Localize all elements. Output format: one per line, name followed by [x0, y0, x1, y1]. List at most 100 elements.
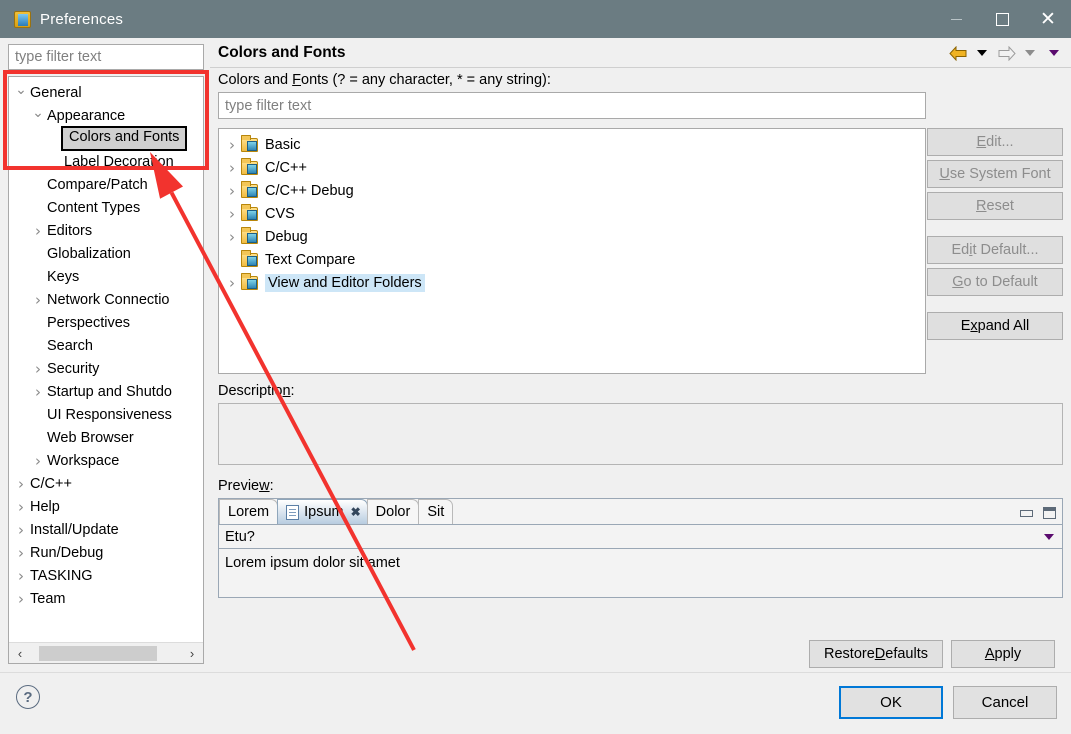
cf-tree-item-debug[interactable]: Debug [219, 225, 925, 248]
cf-tree-item-cvs[interactable]: CVS [219, 202, 925, 225]
sidebar-item-colors-and-fonts[interactable]: Colors and Fonts [9, 126, 203, 151]
sidebar-item-search[interactable]: Search [9, 334, 203, 357]
cf-tree-item-c-c[interactable]: C/C++ [219, 156, 925, 179]
apply-mnemonic: A [984, 646, 995, 662]
sidebar-item-label: Keys [47, 268, 80, 285]
restore-defaults-button[interactable]: Restore Defaults [809, 640, 943, 668]
chevron-right-icon[interactable] [223, 274, 241, 292]
sidebar-item-ui-responsiveness[interactable]: UI Responsiveness [9, 403, 203, 426]
chevron-right-icon[interactable] [223, 136, 241, 154]
preview-tab-lorem[interactable]: Lorem [219, 499, 279, 524]
back-button[interactable] [947, 42, 969, 64]
back-history-menu-button[interactable] [971, 42, 993, 64]
minimize-icon[interactable] [1020, 509, 1033, 517]
scroll-right-icon[interactable]: › [181, 646, 203, 661]
button-label-post: o to Default [963, 274, 1038, 290]
preview-combo[interactable]: Etu? [219, 525, 1062, 549]
view-menu-button[interactable] [1043, 42, 1065, 64]
sidebar-item-web-browser[interactable]: Web Browser [9, 426, 203, 449]
preview-tab-sit[interactable]: Sit [418, 499, 454, 524]
sidebar-item-general[interactable]: General [9, 81, 203, 104]
sidebar-horizontal-scrollbar[interactable]: ‹ › [9, 642, 203, 663]
window-title: Preferences [40, 10, 124, 28]
cf-tree-item-basic[interactable]: Basic [219, 133, 925, 156]
description-textarea[interactable] [218, 403, 1063, 465]
help-icon[interactable]: ? [16, 685, 40, 709]
minimize-button[interactable] [933, 0, 979, 38]
chevron-right-icon[interactable] [13, 544, 29, 562]
button-label-mnemonic: R [976, 198, 987, 214]
sidebar-item-compare-patch[interactable]: Compare/Patch [9, 173, 203, 196]
cf-tree-item-text-compare[interactable]: Text Compare [219, 248, 925, 271]
restore-defaults-pre: Restore [824, 646, 875, 662]
page-title: Colors and Fonts [218, 43, 346, 61]
chevron-right-icon[interactable] [13, 567, 29, 585]
chevron-right-icon[interactable] [13, 475, 29, 493]
sidebar-item-globalization[interactable]: Globalization [9, 242, 203, 265]
window-titlebar: Preferences ✕ [0, 0, 1071, 38]
sidebar-item-content-types[interactable]: Content Types [9, 196, 203, 219]
preview-label-pre: Previe [218, 478, 260, 494]
sidebar-item-security[interactable]: Security [9, 357, 203, 380]
chevron-right-icon[interactable] [30, 291, 46, 309]
preview-tab-ipsum[interactable]: Ipsum ✖ [277, 499, 368, 524]
minimize-icon [950, 18, 962, 20]
restore-defaults-mnemonic: D [874, 646, 886, 662]
chevron-down-icon[interactable] [30, 108, 46, 124]
colors-and-fonts-tree[interactable]: Basic C/C++ C/C++ Debug CVS Debug Text Compar… [218, 128, 926, 374]
sidebar-item-team[interactable]: Team [9, 587, 203, 610]
sidebar-item-c-c[interactable]: C/C++ [9, 472, 203, 495]
forward-history-menu-button[interactable] [1019, 42, 1041, 64]
apply-button[interactable]: Apply [951, 640, 1055, 668]
ok-button[interactable]: OK [839, 686, 943, 719]
chevron-right-icon[interactable] [223, 228, 241, 246]
sidebar-item-startup-and-shutdo[interactable]: Startup and Shutdo [9, 380, 203, 403]
scroll-left-icon[interactable]: ‹ [9, 646, 31, 661]
colors-fonts-filter-input[interactable]: type filter text [218, 92, 926, 119]
window-controls: ✕ [933, 0, 1071, 38]
chevron-right-icon[interactable] [13, 590, 29, 608]
sidebar-item-help[interactable]: Help [9, 495, 203, 518]
preview-body-text: Lorem ipsum dolor sit amet [225, 555, 400, 571]
button-label-post: pand All [977, 318, 1030, 334]
chevron-right-icon[interactable] [30, 383, 46, 401]
sidebar-item-label-decoration[interactable]: Label Decoration [9, 150, 203, 173]
chevron-right-icon[interactable] [13, 521, 29, 539]
color-font-folder-icon [241, 226, 258, 244]
sidebar-item-tasking[interactable]: TASKING [9, 564, 203, 587]
sidebar-item-network-connectio[interactable]: Network Connectio [9, 288, 203, 311]
chevron-down-icon[interactable] [13, 85, 29, 101]
page-navigation [947, 38, 1065, 68]
expand-all-button[interactable]: Ex pand All [927, 312, 1063, 340]
cf-tree-item-c-c-debug[interactable]: C/C++ Debug [219, 179, 925, 202]
chevron-right-icon[interactable] [13, 498, 29, 516]
sidebar-item-run-debug[interactable]: Run/Debug [9, 541, 203, 564]
chevron-right-icon[interactable] [223, 205, 241, 223]
sidebar-item-install-update[interactable]: Install/Update [9, 518, 203, 541]
cf-tree-item-view-and-editor-folders[interactable]: View and Editor Folders [219, 271, 925, 294]
chevron-down-icon[interactable] [1044, 533, 1054, 540]
scrollbar-thumb[interactable] [39, 645, 157, 661]
cancel-button[interactable]: Cancel [953, 686, 1057, 719]
chevron-right-icon[interactable] [223, 182, 241, 200]
sidebar-item-workspace[interactable]: Workspace [9, 449, 203, 472]
sidebar-item-editors[interactable]: Editors [9, 219, 203, 242]
sidebar-item-appearance[interactable]: Appearance [9, 104, 203, 127]
preferences-tree[interactable]: General Appearance Colors and Fonts Label D… [8, 76, 204, 664]
sidebar-filter-input[interactable]: type filter text [8, 44, 204, 70]
scrollbar-track[interactable] [31, 643, 181, 664]
chevron-right-icon[interactable] [30, 360, 46, 378]
preview-tab-label: Sit [427, 504, 445, 520]
maximize-icon[interactable] [1043, 507, 1056, 519]
close-icon[interactable]: ✖ [351, 505, 361, 519]
maximize-button[interactable] [979, 0, 1025, 38]
description-label-post: : [290, 383, 295, 399]
chevron-right-icon[interactable] [30, 222, 46, 240]
preview-tab-dolor[interactable]: Dolor [366, 499, 420, 524]
chevron-right-icon[interactable] [30, 452, 46, 470]
sidebar-item-keys[interactable]: Keys [9, 265, 203, 288]
sidebar-item-perspectives[interactable]: Perspectives [9, 311, 203, 334]
chevron-right-icon[interactable] [223, 159, 241, 177]
close-button[interactable]: ✕ [1025, 0, 1071, 38]
cf-tree-item-label: C/C++ [265, 159, 307, 176]
